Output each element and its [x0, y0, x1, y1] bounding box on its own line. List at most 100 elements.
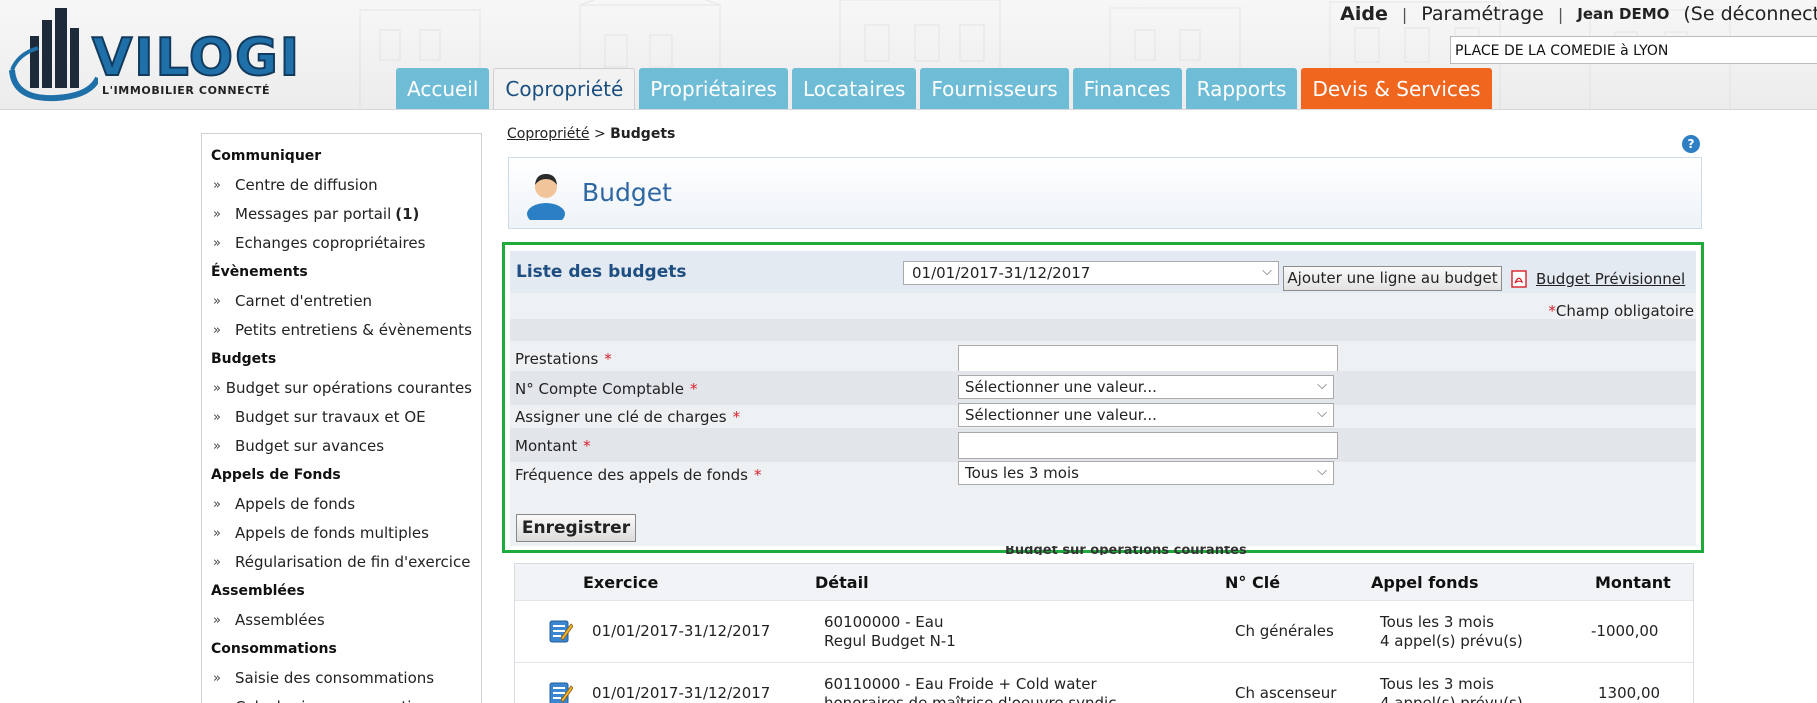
budget-list-header: Liste des budgets 01/01/2017-31/12/2017 …: [510, 251, 1696, 293]
tab-finances[interactable]: Finances: [1072, 68, 1182, 109]
row-appel-count: 4 appel(s) prévu(s): [1380, 694, 1523, 703]
sidebar-item-budget-travaux[interactable]: » Budget sur travaux et OE: [211, 403, 472, 432]
breadcrumb-separator: >: [593, 126, 606, 142]
sidebar-item-regularisation[interactable]: » Régularisation de fin d'exercice: [211, 548, 472, 577]
row-cle: Ch ascenseur: [1235, 684, 1337, 702]
double-chevron-icon: »: [213, 439, 221, 454]
sidebar-item-appels-multiples[interactable]: » Appels de fonds multiples: [211, 519, 472, 548]
settings-link[interactable]: Paramétrage: [1421, 3, 1544, 25]
row-appel-count: 4 appel(s) prévu(s): [1380, 632, 1523, 650]
sidebar-item-label: Calcul prix consommations: [235, 693, 438, 703]
sidebar-item-budget-operations[interactable]: » Budget sur opérations courantes: [211, 374, 472, 403]
row-detail-label: Regul Budget N-1: [824, 632, 956, 650]
help-link[interactable]: Aide: [1340, 3, 1388, 25]
row-montant: 1300,00: [1598, 684, 1661, 702]
prestations-label-text: Prestations: [515, 350, 599, 368]
budget-period-select[interactable]: 01/01/2017-31/12/2017 ⌵: [903, 261, 1279, 285]
sidebar-item-centre-diffusion[interactable]: » Centre de diffusion: [211, 171, 472, 200]
chevron-down-icon: ⌵: [1317, 378, 1327, 393]
double-chevron-icon: »: [213, 294, 221, 309]
logout-link[interactable]: (Se déconnecter): [1683, 3, 1817, 25]
sidebar-item-label: Petits entretiens & évènements: [235, 321, 472, 339]
breadcrumb-current: Budgets: [610, 126, 676, 142]
budget-period-value: 01/01/2017-31/12/2017: [912, 264, 1091, 282]
sidebar-item-label: Messages par portail: [235, 205, 392, 223]
table-header: Exercice Détail N° Clé Appel fonds Monta…: [515, 564, 1693, 600]
tab-proprietaires[interactable]: Propriétaires: [639, 68, 788, 109]
double-chevron-icon: »: [213, 178, 221, 193]
budget-previsionnel-link[interactable]: Budget Prévisionnel: [1536, 270, 1685, 288]
double-chevron-icon: »: [213, 526, 221, 541]
user-avatar-icon: [527, 174, 565, 220]
frequency-select[interactable]: Tous les 3 mois ⌵: [958, 461, 1334, 485]
breadcrumb: Copropriété > Budgets: [507, 126, 675, 142]
account-label-text: N° Compte Comptable: [515, 380, 684, 398]
sidebar-item-calcul-prix[interactable]: »Calcul prix consommations: [211, 693, 472, 703]
prestations-input[interactable]: [958, 345, 1338, 372]
form-row-prestations: Prestations *: [510, 341, 1696, 375]
residence-search-input[interactable]: PLACE DE LA COMEDIE à LYON: [1450, 36, 1817, 64]
amount-label: Montant *: [515, 437, 591, 455]
column-header-cle[interactable]: N° Clé: [1225, 573, 1280, 592]
main-nav-tabs: Accueil Copropriété Propriétaires Locata…: [396, 68, 1492, 109]
sidebar-item-assemblees[interactable]: » Assemblées: [211, 606, 472, 635]
required-star: *: [732, 408, 741, 426]
add-budget-line-button[interactable]: Ajouter une ligne au budget: [1283, 266, 1502, 291]
double-chevron-icon: »: [213, 410, 221, 425]
column-header-exercice[interactable]: Exercice: [583, 573, 658, 592]
charges-key-select[interactable]: Sélectionner une valeur... ⌵: [958, 403, 1334, 427]
required-star: *: [689, 380, 698, 398]
message-count-badge: (1): [395, 205, 420, 223]
row-cle: Ch générales: [1235, 622, 1334, 640]
account-select[interactable]: Sélectionner une valeur... ⌵: [958, 375, 1334, 399]
double-chevron-icon: »: [213, 381, 221, 396]
table-row[interactable]: 01/01/2017-31/12/2017 60100000 - Eau Reg…: [515, 600, 1693, 662]
edit-icon[interactable]: [549, 680, 573, 703]
tab-accueil[interactable]: Accueil: [396, 68, 490, 109]
vilogi-logo[interactable]: VILOGI L'IMMOBILIER CONNECTÉ: [8, 8, 328, 108]
sidebar-item-budget-avances[interactable]: » Budget sur avances: [211, 432, 472, 461]
sidebar-item-carnet-entretien[interactable]: » Carnet d'entretien: [211, 287, 472, 316]
sidebar-item-label: Saisie des consommations: [235, 669, 435, 687]
sidebar-item-label: Echanges copropriétaires: [235, 234, 426, 252]
sidebar-item-echanges[interactable]: » Echanges copropriétaires: [211, 229, 472, 258]
sidebar-section-title: Appels de Fonds: [211, 467, 341, 483]
budget-form: Liste des budgets 01/01/2017-31/12/2017 …: [510, 251, 1696, 546]
sidebar-section-title: Évènements: [211, 264, 308, 280]
sidebar-item-appels-fonds[interactable]: » Appels de fonds: [211, 490, 472, 519]
separator: |: [1401, 4, 1408, 24]
sidebar-item-petits-entretiens[interactable]: » Petits entretiens & évènements: [211, 316, 472, 345]
double-chevron-icon: »: [213, 613, 221, 628]
double-chevron-icon: »: [213, 497, 221, 512]
double-chevron-icon: »: [211, 693, 235, 703]
tab-copropriete[interactable]: Copropriété: [493, 68, 636, 109]
sidebar-item-saisie-consommations[interactable]: » Saisie des consommations: [211, 664, 472, 693]
amount-label-text: Montant: [515, 437, 578, 455]
pdf-icon[interactable]: [1510, 270, 1528, 288]
tab-fournisseurs[interactable]: Fournisseurs: [920, 68, 1069, 109]
sidebar-item-messages-portail[interactable]: » Messages par portail (1): [211, 200, 472, 229]
required-star: *: [583, 437, 591, 455]
save-button[interactable]: Enregistrer: [516, 514, 636, 542]
sidebar-item-label: Carnet d'entretien: [235, 292, 373, 310]
help-icon[interactable]: ?: [1682, 135, 1700, 153]
row-exercice: 01/01/2017-31/12/2017: [592, 622, 771, 640]
frequency-select-value: Tous les 3 mois: [965, 464, 1079, 482]
edit-icon[interactable]: [549, 618, 573, 644]
mandatory-note-text: Champ obligatoire: [1555, 302, 1694, 320]
tab-locataires[interactable]: Locataires: [791, 68, 917, 109]
amount-input[interactable]: [958, 432, 1338, 459]
budget-list-title: Liste des budgets: [516, 262, 687, 282]
column-header-detail[interactable]: Détail: [815, 573, 869, 592]
sidebar-section-title: Consommations: [211, 641, 337, 657]
required-star: *: [604, 350, 612, 368]
column-header-appel-fonds[interactable]: Appel fonds: [1371, 573, 1479, 592]
tab-devis-services[interactable]: Devis & Services: [1301, 68, 1492, 109]
table-row[interactable]: 01/01/2017-31/12/2017 60110000 - Eau Fro…: [515, 662, 1693, 703]
app-header: VILOGI L'IMMOBILIER CONNECTÉ Aide | Para…: [0, 0, 1817, 110]
tab-rapports[interactable]: Rapports: [1185, 68, 1298, 109]
breadcrumb-copropriete-link[interactable]: Copropriété: [507, 126, 590, 142]
double-chevron-icon: »: [213, 207, 221, 222]
row-montant: -1000,00: [1591, 622, 1659, 640]
column-header-montant[interactable]: Montant: [1595, 573, 1671, 592]
